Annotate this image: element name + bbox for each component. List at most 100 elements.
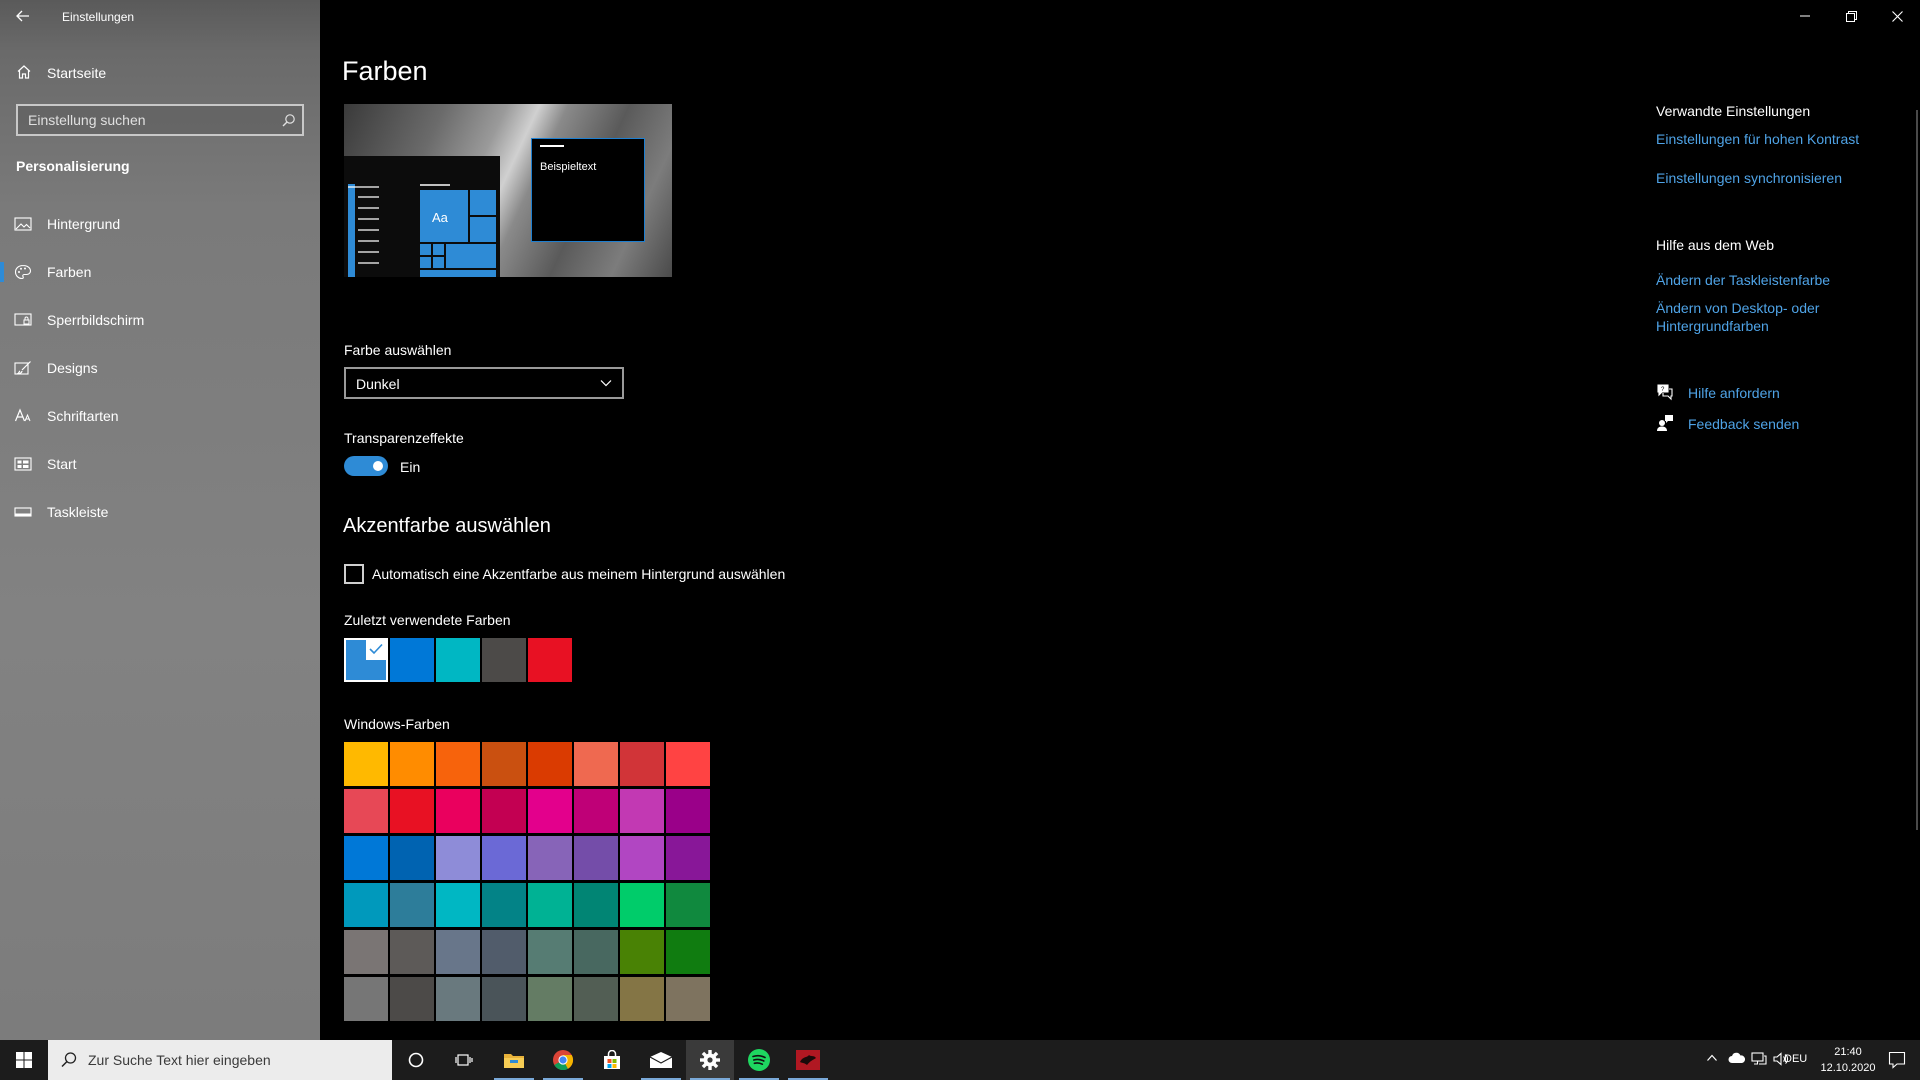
settings-button[interactable]	[686, 1040, 734, 1080]
windows-color-swatch[interactable]	[666, 789, 710, 833]
windows-color-swatch[interactable]	[574, 977, 618, 1021]
windows-color-swatch[interactable]	[620, 883, 664, 927]
sidebar-item-hintergrund[interactable]: Hintergrund	[0, 204, 320, 244]
windows-color-swatch[interactable]	[344, 930, 388, 974]
windows-color-swatch[interactable]	[482, 977, 526, 1021]
notification-center-icon[interactable]	[1888, 1051, 1906, 1069]
windows-color-swatch[interactable]	[620, 977, 664, 1021]
windows-color-swatch[interactable]	[620, 789, 664, 833]
recent-color-swatch[interactable]	[390, 638, 434, 682]
windows-color-swatch[interactable]	[344, 789, 388, 833]
game-app-button[interactable]	[784, 1040, 832, 1080]
scrollbar[interactable]	[1916, 110, 1918, 830]
home-nav-item[interactable]: Startseite	[0, 56, 320, 88]
windows-color-swatch[interactable]	[482, 930, 526, 974]
windows-color-swatch[interactable]	[482, 789, 526, 833]
windows-color-swatch[interactable]	[528, 930, 572, 974]
restore-button[interactable]	[1828, 0, 1874, 32]
windows-color-swatch[interactable]	[666, 836, 710, 880]
windows-color-swatch[interactable]	[528, 789, 572, 833]
auto-accent-checkbox[interactable]	[344, 564, 364, 584]
windows-color-swatch[interactable]	[344, 742, 388, 786]
windows-color-swatch[interactable]	[390, 883, 434, 927]
windows-color-swatch[interactable]	[574, 883, 618, 927]
recent-color-swatch[interactable]	[436, 638, 480, 682]
windows-color-swatch[interactable]	[574, 789, 618, 833]
sidebar-item-schriftarten[interactable]: Schriftarten	[0, 396, 320, 436]
clock[interactable]: 21:40 12.10.2020	[1814, 1044, 1882, 1076]
chrome-button[interactable]	[539, 1040, 587, 1080]
windows-color-swatch[interactable]	[482, 742, 526, 786]
windows-color-swatch[interactable]	[666, 977, 710, 1021]
windows-color-swatch[interactable]	[390, 977, 434, 1021]
windows-color-swatch[interactable]	[390, 930, 434, 974]
windows-color-swatch[interactable]	[482, 836, 526, 880]
sidebar-item-sperrbildschirm[interactable]: Sperrbildschirm	[0, 300, 320, 340]
recent-color-swatch[interactable]	[344, 638, 388, 682]
windows-color-swatch[interactable]	[390, 789, 434, 833]
sidebar-item-taskleiste[interactable]: Taskleiste	[0, 492, 320, 532]
windows-color-swatch[interactable]	[620, 742, 664, 786]
sidebar-item-label: Taskleiste	[47, 504, 109, 520]
mail-button[interactable]	[637, 1040, 685, 1080]
transparency-toggle[interactable]	[344, 456, 388, 476]
spotify-button[interactable]	[735, 1040, 783, 1080]
close-button[interactable]	[1874, 0, 1920, 32]
windows-color-swatch[interactable]	[436, 883, 480, 927]
sidebar-item-farben[interactable]: Farben	[0, 252, 320, 292]
task-view-button[interactable]	[440, 1040, 488, 1080]
sidebar-item-label: Start	[47, 456, 77, 472]
sidebar-item-start[interactable]: Start	[0, 444, 320, 484]
onedrive-icon[interactable]	[1728, 1052, 1746, 1064]
windows-color-swatch[interactable]	[574, 930, 618, 974]
windows-color-swatch[interactable]	[344, 836, 388, 880]
windows-color-swatch[interactable]	[620, 930, 664, 974]
windows-color-swatch[interactable]	[528, 977, 572, 1021]
windows-color-swatch[interactable]	[344, 883, 388, 927]
windows-color-swatch[interactable]	[666, 930, 710, 974]
cortana-button[interactable]	[392, 1040, 440, 1080]
windows-color-swatch[interactable]	[436, 930, 480, 974]
color-mode-dropdown[interactable]: Dunkel	[344, 367, 624, 399]
windows-color-swatch[interactable]	[390, 742, 434, 786]
start-button[interactable]	[0, 1040, 48, 1080]
desktop-color-link[interactable]: Ändern von Desktop- oder Hintergrundfarb…	[1656, 299, 1819, 335]
windows-color-swatch[interactable]	[666, 742, 710, 786]
windows-color-swatch[interactable]	[620, 836, 664, 880]
taskbar-search-input[interactable]	[88, 1051, 378, 1069]
windows-color-swatch[interactable]	[436, 742, 480, 786]
sidebar-item-label: Sperrbildschirm	[47, 312, 145, 328]
windows-color-swatch[interactable]	[436, 789, 480, 833]
sync-settings-link[interactable]: Einstellungen synchronisieren	[1656, 169, 1842, 187]
taskbar-color-link[interactable]: Ändern der Taskleistenfarbe	[1656, 271, 1830, 289]
recent-color-swatch[interactable]	[482, 638, 526, 682]
windows-color-swatch[interactable]	[574, 836, 618, 880]
sidebar-item-designs[interactable]: Designs	[0, 348, 320, 388]
windows-color-swatch[interactable]	[436, 977, 480, 1021]
network-icon[interactable]	[1751, 1052, 1767, 1066]
spotify-icon	[748, 1049, 770, 1071]
file-explorer-icon	[504, 1054, 524, 1068]
windows-color-swatch[interactable]	[528, 836, 572, 880]
windows-logo-icon	[16, 1052, 32, 1068]
back-button[interactable]	[10, 4, 36, 28]
minimize-button[interactable]	[1782, 0, 1828, 32]
file-explorer-button[interactable]	[490, 1040, 538, 1080]
windows-color-swatch[interactable]	[666, 883, 710, 927]
recent-color-swatch[interactable]	[528, 638, 572, 682]
high-contrast-link[interactable]: Einstellungen für hohen Kontrast	[1656, 130, 1859, 148]
settings-search-input[interactable]	[28, 111, 268, 129]
sidebar: Einstellungen Startseite Personalisierun…	[0, 0, 320, 1040]
chevron-up-icon[interactable]	[1706, 1052, 1718, 1064]
windows-color-swatch[interactable]	[528, 742, 572, 786]
windows-color-swatch[interactable]	[344, 977, 388, 1021]
input-language[interactable]: DEU	[1784, 1053, 1807, 1065]
windows-color-swatch[interactable]	[436, 836, 480, 880]
back-arrow-icon	[16, 10, 29, 22]
windows-color-swatch[interactable]	[574, 742, 618, 786]
windows-color-swatch[interactable]	[528, 883, 572, 927]
windows-color-swatch[interactable]	[482, 883, 526, 927]
store-button[interactable]	[588, 1040, 636, 1080]
search-icon[interactable]	[280, 112, 298, 130]
windows-color-swatch[interactable]	[390, 836, 434, 880]
